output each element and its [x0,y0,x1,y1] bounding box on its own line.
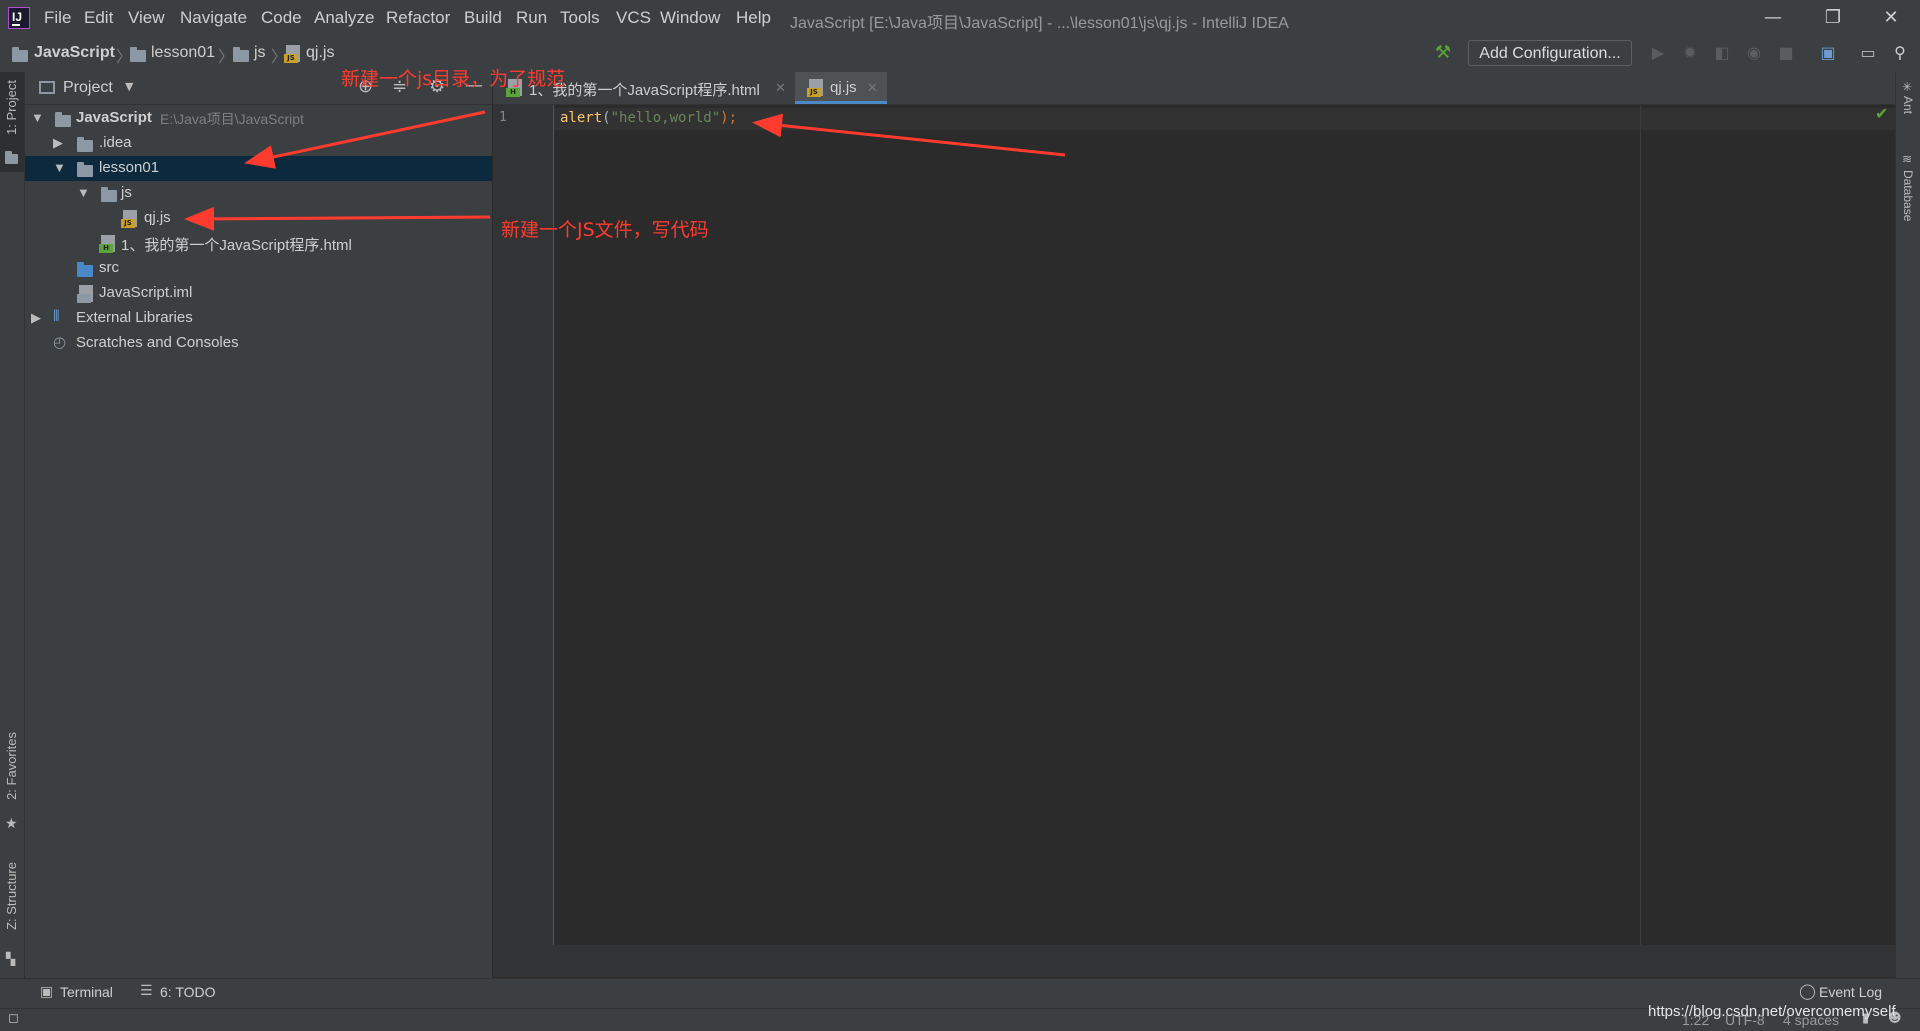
arrow-to-lesson01 [244,110,486,169]
annotation-arrows [184,110,1066,231]
arrow-to-code [752,113,1066,157]
arrow-to-qj-js [184,206,491,231]
